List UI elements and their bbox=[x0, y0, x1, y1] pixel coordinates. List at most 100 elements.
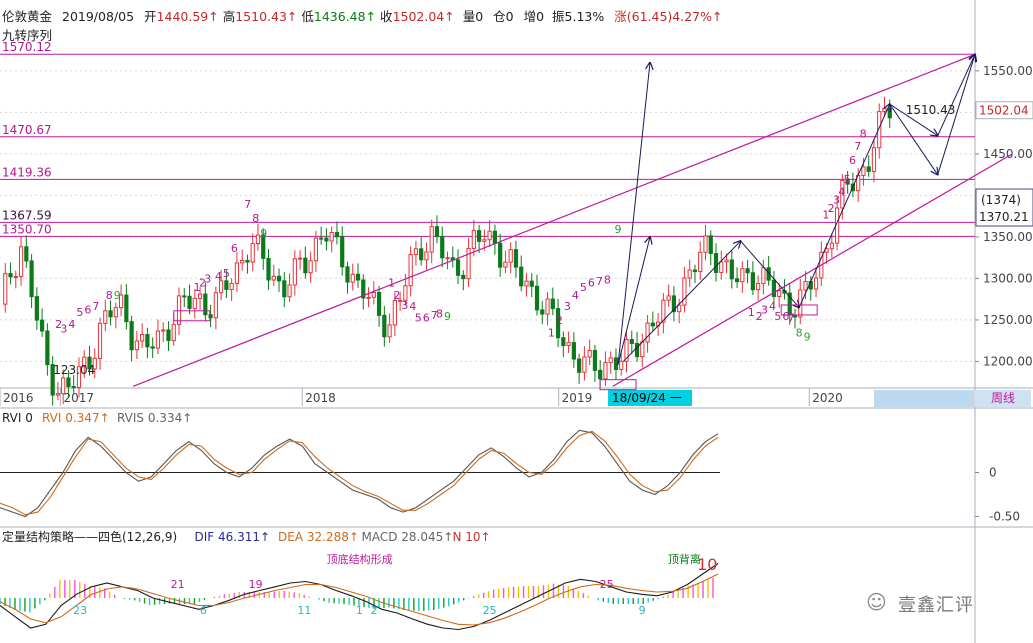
candle-body bbox=[429, 226, 434, 253]
candle-body bbox=[698, 251, 703, 273]
candle-body bbox=[882, 107, 887, 113]
macd-annotation: 11 bbox=[297, 604, 311, 617]
candle-body bbox=[771, 279, 777, 297]
candle-body bbox=[750, 272, 755, 291]
nine-turn-digit: 4 bbox=[838, 185, 845, 198]
y-tick-label: 1250.00 bbox=[983, 313, 1033, 327]
candle-body bbox=[529, 280, 534, 287]
x-tick-label: 2019 bbox=[562, 391, 593, 405]
candle-body bbox=[866, 166, 871, 172]
candle-body bbox=[545, 298, 550, 315]
candle-body bbox=[229, 282, 234, 290]
nine-turn-digit-complete: 9 bbox=[444, 310, 451, 323]
candle-body bbox=[550, 298, 555, 310]
candle-body bbox=[308, 260, 313, 274]
y-tick-label: 1450.00 bbox=[983, 147, 1033, 161]
candle-body bbox=[419, 248, 424, 261]
candle-body bbox=[724, 259, 729, 263]
candle-body bbox=[161, 329, 166, 332]
candle-body bbox=[829, 242, 834, 250]
candle-body bbox=[197, 293, 203, 299]
macd-annotation: 10 bbox=[697, 555, 717, 574]
nine-turn-digit-complete: 8 bbox=[796, 327, 803, 340]
candle-body bbox=[613, 357, 619, 370]
symbol-name: 伦敦黄金 bbox=[2, 9, 53, 24]
candle-body bbox=[408, 254, 413, 287]
nine-turn-digit: 2 bbox=[556, 314, 563, 327]
candle-body bbox=[803, 280, 808, 291]
candle-body bbox=[703, 235, 708, 253]
candle-body bbox=[592, 349, 598, 371]
nine-turn-digit: 7 bbox=[596, 275, 603, 288]
candle-body bbox=[487, 230, 492, 241]
nine-turn-digit: 4 bbox=[215, 270, 222, 283]
candle-body bbox=[176, 295, 182, 325]
candle-body bbox=[276, 275, 282, 282]
candle-body bbox=[629, 339, 634, 345]
candle-body bbox=[182, 295, 187, 298]
candle-body bbox=[124, 294, 129, 323]
candle-body bbox=[513, 249, 519, 268]
candle-body bbox=[713, 253, 719, 273]
macd-annotation: 25 bbox=[483, 604, 497, 617]
candle-body bbox=[297, 257, 303, 260]
volume-value: 量0 bbox=[462, 9, 484, 24]
candle-body bbox=[871, 147, 877, 172]
x-tick-label: 2020 bbox=[812, 391, 843, 405]
candle-body bbox=[719, 261, 724, 273]
period-button[interactable]: 周线 bbox=[975, 390, 1031, 407]
nine-turn-digit: 8 bbox=[106, 289, 113, 302]
nine-turn-digit: 1 bbox=[548, 327, 555, 340]
rvi-tick-label: -0.50 bbox=[989, 509, 1020, 523]
level-label: 1367.59 bbox=[2, 208, 52, 222]
y-tick-label: 1300.00 bbox=[983, 271, 1033, 285]
candle-body bbox=[282, 280, 287, 298]
candle-body bbox=[224, 280, 229, 290]
nine-turn-digit: 2 bbox=[393, 289, 400, 302]
candle-body bbox=[471, 230, 476, 249]
nine-turn-digit-complete: 9 bbox=[114, 289, 121, 302]
low-value: 1436.48↑ bbox=[313, 9, 377, 24]
close-label: 收 bbox=[380, 9, 393, 24]
nine-turn-digit: 5 bbox=[844, 173, 851, 186]
candle-body bbox=[213, 292, 218, 319]
current-value-label: 1370.21 bbox=[979, 210, 1029, 224]
rvi-legend: RVI 0 bbox=[2, 411, 33, 425]
candle-body bbox=[166, 329, 171, 342]
candle-body bbox=[887, 107, 892, 119]
price-chart[interactable]: 1200.001250.001300.001350.001400.001450.… bbox=[0, 0, 1033, 643]
candle-body bbox=[287, 284, 292, 298]
macd-annotation: 顶背离 bbox=[668, 552, 701, 566]
candle-body bbox=[113, 307, 118, 318]
candle-body bbox=[34, 296, 39, 321]
nine-turn-digit: 4 bbox=[572, 289, 579, 302]
rvi-legend: RVIS 0.334↑ bbox=[117, 411, 192, 425]
nine-turn-digit: 8 bbox=[436, 307, 443, 320]
candle-body bbox=[587, 349, 592, 358]
change-value: 涨(61.45)4.27%↑ bbox=[614, 9, 723, 24]
timeline-highlight bbox=[874, 390, 974, 407]
candle-body bbox=[271, 275, 276, 281]
candle-body bbox=[24, 246, 29, 262]
candle-body bbox=[777, 290, 782, 297]
nine-turn-digit: 7 bbox=[244, 198, 251, 211]
candle-body bbox=[345, 266, 350, 283]
macd-legend: N 10↑ bbox=[453, 530, 491, 544]
macd-annotation: 9 bbox=[639, 604, 646, 617]
candle-body bbox=[729, 259, 734, 280]
candle-body bbox=[71, 386, 76, 389]
candle-body bbox=[150, 346, 155, 349]
candle-body bbox=[677, 304, 682, 313]
candle-body bbox=[482, 239, 487, 242]
candle-body bbox=[240, 260, 245, 264]
candle-body bbox=[524, 280, 529, 287]
candle-body bbox=[740, 268, 745, 283]
candle-body bbox=[519, 266, 524, 287]
nine-turn-digit: 6 bbox=[231, 242, 238, 255]
header-bar: 伦敦黄金 2019/08/05 开1440.59↑ 高1510.43↑ 低143… bbox=[2, 6, 722, 25]
macd-legend: MACD 28.045↑ bbox=[362, 530, 454, 544]
candle-body bbox=[387, 324, 392, 338]
candle-body bbox=[455, 259, 461, 276]
candle-body bbox=[640, 341, 645, 358]
candle-body bbox=[103, 310, 108, 324]
